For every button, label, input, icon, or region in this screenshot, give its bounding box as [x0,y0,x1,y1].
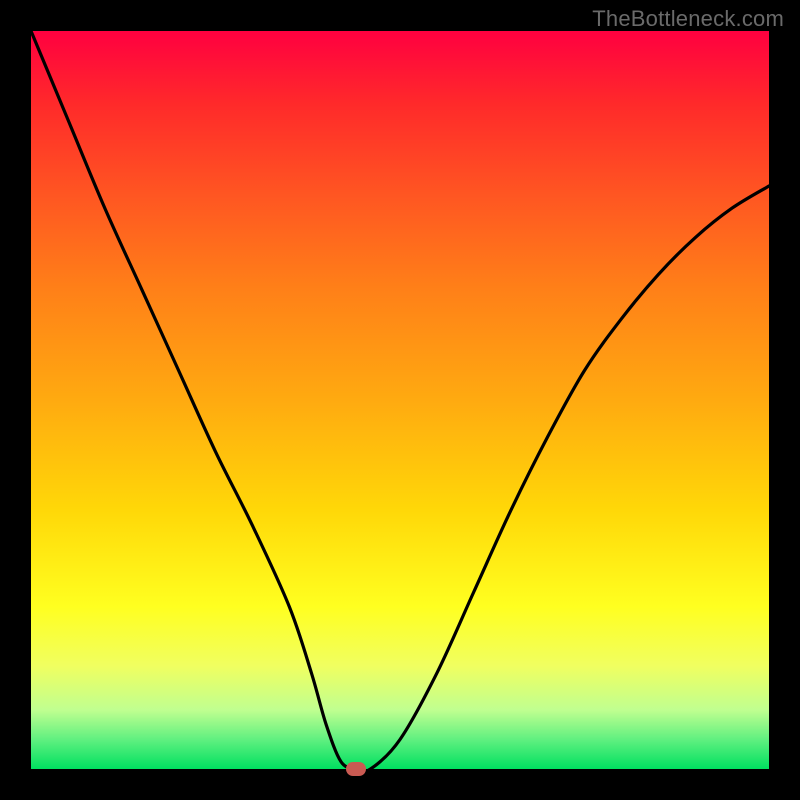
bottleneck-curve [31,31,769,769]
chart-stage: TheBottleneck.com [0,0,800,800]
optimal-point-marker [346,762,366,776]
plot-area [31,31,769,769]
watermark-text: TheBottleneck.com [592,6,784,32]
